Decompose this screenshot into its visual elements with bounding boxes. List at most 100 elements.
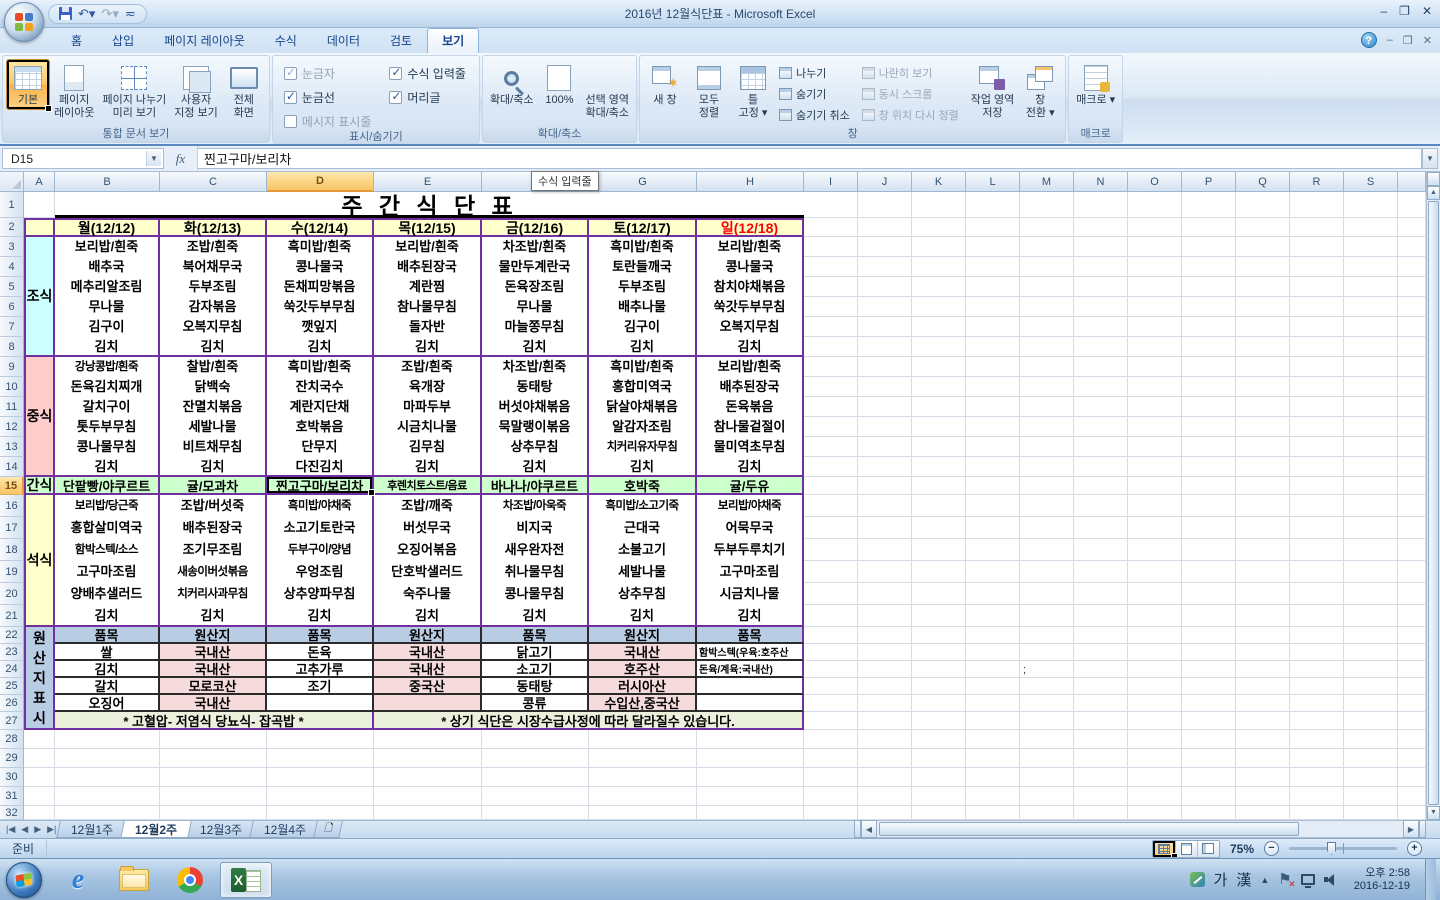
- cell-S19[interactable]: [1344, 561, 1398, 583]
- cell-Q18[interactable]: [1236, 539, 1290, 561]
- cell-E29[interactable]: [374, 749, 482, 768]
- cell-D29[interactable]: [267, 749, 374, 768]
- zoom-button-2[interactable]: 선택 영역 확대/축소: [581, 59, 633, 123]
- cell-N28[interactable]: [1074, 730, 1128, 749]
- cell-O17[interactable]: [1128, 517, 1182, 539]
- cell-J22[interactable]: [858, 627, 912, 644]
- cell-F29[interactable]: [482, 749, 589, 768]
- cell-T12[interactable]: [1398, 417, 1426, 437]
- day-header-금(12/16)[interactable]: 금(12/16): [482, 218, 589, 237]
- cell-N3[interactable]: [1074, 237, 1128, 257]
- origin-cell-r26-c1[interactable]: 국내산: [160, 695, 267, 712]
- cell-I19[interactable]: [804, 561, 858, 583]
- checkbox-수식 입력줄[interactable]: 수식 입력줄: [389, 65, 466, 82]
- row-header-16[interactable]: 16: [0, 495, 24, 517]
- cell-O2[interactable]: [1128, 218, 1182, 237]
- cell-M30[interactable]: [1020, 768, 1074, 787]
- start-button[interactable]: [6, 861, 42, 898]
- cell-I16[interactable]: [804, 495, 858, 517]
- cell-P24[interactable]: [1182, 661, 1236, 678]
- tab-split-handle[interactable]: [854, 820, 861, 838]
- cell-M7[interactable]: [1020, 317, 1074, 337]
- cell-Q8[interactable]: [1236, 337, 1290, 357]
- cell-M22[interactable]: [1020, 627, 1074, 644]
- cell-N23[interactable]: [1074, 644, 1128, 661]
- cell-I29[interactable]: [804, 749, 858, 768]
- window-button-2[interactable]: 틀 고정 ▾: [731, 59, 775, 123]
- cell-T32[interactable]: [1398, 806, 1426, 820]
- row-header-32[interactable]: 32: [0, 806, 24, 820]
- cell-P32[interactable]: [1182, 806, 1236, 820]
- cell-Q11[interactable]: [1236, 397, 1290, 417]
- cell-K6[interactable]: [912, 297, 966, 317]
- cell-C30[interactable]: [160, 768, 267, 787]
- cell-L20[interactable]: [966, 583, 1020, 605]
- cell-N11[interactable]: [1074, 397, 1128, 417]
- ribbon-tab-검토[interactable]: 검토: [375, 28, 427, 53]
- page-layout-view-button[interactable]: [1174, 840, 1197, 857]
- cell-N2[interactable]: [1074, 218, 1128, 237]
- cell-K32[interactable]: [912, 806, 966, 820]
- cell-I21[interactable]: [804, 605, 858, 627]
- cell-E30[interactable]: [374, 768, 482, 787]
- cell-R15[interactable]: [1290, 477, 1344, 495]
- cell-L32[interactable]: [966, 806, 1020, 820]
- cell-R11[interactable]: [1290, 397, 1344, 417]
- cell-S12[interactable]: [1344, 417, 1398, 437]
- formula-input[interactable]: 찐고구마/보리차: [198, 148, 1422, 169]
- zoom-button-1[interactable]: 100%: [537, 59, 581, 110]
- cell-L1[interactable]: [966, 192, 1020, 218]
- origin-cell-r26-c2[interactable]: [267, 695, 374, 712]
- window-small-button-나란히 보기[interactable]: 나란히 보기: [861, 65, 959, 81]
- cell-K10[interactable]: [912, 377, 966, 397]
- cell-L3[interactable]: [966, 237, 1020, 257]
- cell-P20[interactable]: [1182, 583, 1236, 605]
- cell-S28[interactable]: [1344, 730, 1398, 749]
- cell-Q2[interactable]: [1236, 218, 1290, 237]
- cell-J13[interactable]: [858, 437, 912, 457]
- cell-S20[interactable]: [1344, 583, 1398, 605]
- cell-T26[interactable]: [1398, 695, 1426, 712]
- row-header-18[interactable]: 18: [0, 539, 24, 561]
- cell-K1[interactable]: [912, 192, 966, 218]
- cell-J11[interactable]: [858, 397, 912, 417]
- menu-조식-day-2[interactable]: 조밥/흰죽 북어채무국 두부조림 감자볶음 오복지무침 김치: [160, 237, 267, 357]
- horizontal-scrollbar[interactable]: ◀ ▶: [854, 820, 1426, 838]
- cell-N16[interactable]: [1074, 495, 1128, 517]
- row-header-14[interactable]: 14: [0, 457, 24, 477]
- sheet-tab-12월4주[interactable]: 12월4주: [248, 821, 321, 838]
- cell-I13[interactable]: [804, 437, 858, 457]
- cell-C28[interactable]: [160, 730, 267, 749]
- menu-중식-day-2[interactable]: 찰밥/흰죽 닭백숙 잔멸치볶음 세발나물 비트채무침 김치: [160, 357, 267, 477]
- cell-S30[interactable]: [1344, 768, 1398, 787]
- cell-O5[interactable]: [1128, 277, 1182, 297]
- cell-M32[interactable]: [1020, 806, 1074, 820]
- cell-Q21[interactable]: [1236, 605, 1290, 627]
- cell-S17[interactable]: [1344, 517, 1398, 539]
- cell-J19[interactable]: [858, 561, 912, 583]
- cell-Q32[interactable]: [1236, 806, 1290, 820]
- cell-S10[interactable]: [1344, 377, 1398, 397]
- column-header-C[interactable]: C: [160, 172, 267, 192]
- cell-Q16[interactable]: [1236, 495, 1290, 517]
- origin-cell-r26-c5[interactable]: 수입산,중국산: [589, 695, 697, 712]
- cell-F28[interactable]: [482, 730, 589, 749]
- cell-S32[interactable]: [1344, 806, 1398, 820]
- snack-day-4[interactable]: 후렌치토스트/음료: [374, 477, 482, 495]
- cell-D28[interactable]: [267, 730, 374, 749]
- checkbox-머리글[interactable]: 머리글: [389, 89, 466, 106]
- column-header-B[interactable]: B: [55, 172, 160, 192]
- cell-O26[interactable]: [1128, 695, 1182, 712]
- cell-T4[interactable]: [1398, 257, 1426, 277]
- cell-K16[interactable]: [912, 495, 966, 517]
- cell-L31[interactable]: [966, 787, 1020, 806]
- cell-Q15[interactable]: [1236, 477, 1290, 495]
- cell-N12[interactable]: [1074, 417, 1128, 437]
- cell-T17[interactable]: [1398, 517, 1426, 539]
- cell-R4[interactable]: [1290, 257, 1344, 277]
- cell-I3[interactable]: [804, 237, 858, 257]
- row-header-11[interactable]: 11: [0, 397, 24, 417]
- window-small-button-나누기[interactable]: 나누기: [779, 65, 850, 81]
- cell-K17[interactable]: [912, 517, 966, 539]
- row-header-6[interactable]: 6: [0, 297, 24, 317]
